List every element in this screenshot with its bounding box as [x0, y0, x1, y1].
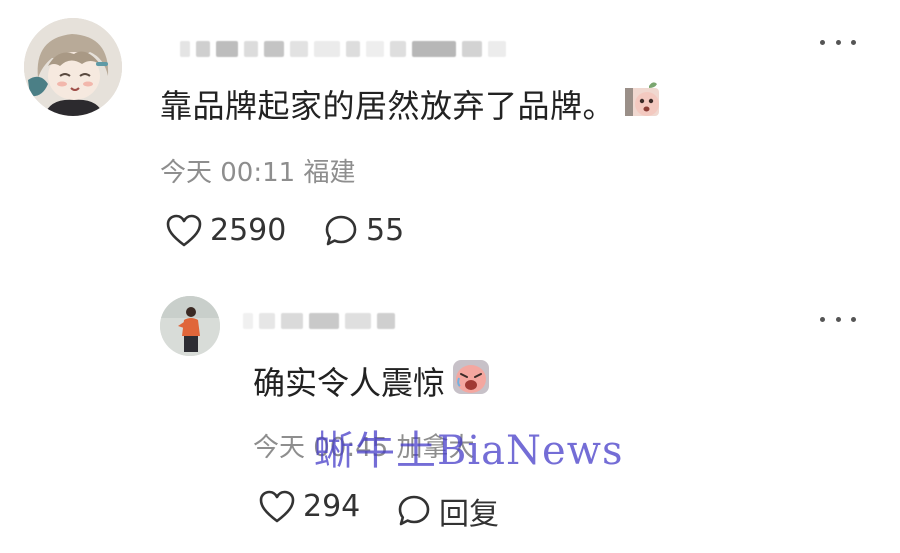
commenter-avatar[interactable]	[24, 18, 122, 116]
comment-content: 靠品牌起家的居然放弃了品牌。	[160, 80, 665, 128]
reply-like-button[interactable]: 294	[259, 489, 360, 524]
comment-like-button[interactable]: 2590	[166, 213, 286, 248]
comment-meta: 今天 00:11 福建	[160, 152, 355, 189]
crying-face-emoji-icon	[451, 358, 491, 404]
heart-outline-icon	[259, 490, 295, 522]
reply-text: 确实令人震惊	[253, 364, 446, 402]
speech-bubble-icon	[398, 495, 430, 526]
commenter-username-blurred[interactable]	[180, 40, 506, 58]
comment-more-options-icon[interactable]	[820, 36, 856, 48]
comment-reply-count-button[interactable]: 55	[324, 213, 404, 248]
comment-text: 靠品牌起家的居然放弃了品牌。	[160, 87, 616, 125]
speech-bubble-icon	[325, 215, 357, 245]
reply-like-count: 294	[303, 489, 361, 524]
watermark-text: 蜥牛土BiaNews	[314, 428, 624, 474]
replier-username-blurred[interactable]	[243, 312, 395, 330]
reply-more-options-icon[interactable]	[820, 313, 856, 325]
comment-location: 福建	[303, 158, 356, 188]
comment-time: 今天 00:11	[160, 158, 296, 188]
comment-reply-count: 55	[366, 213, 405, 248]
comment-like-count: 2590	[210, 213, 287, 248]
heart-outline-icon	[166, 214, 202, 246]
reply-button-label: 回复	[439, 497, 499, 532]
shocked-sticker-emoji-icon	[621, 80, 665, 128]
reply-content: 确实令人震惊	[253, 358, 491, 404]
replier-avatar[interactable]	[160, 296, 220, 356]
reply-button[interactable]: 回复	[397, 489, 499, 533]
